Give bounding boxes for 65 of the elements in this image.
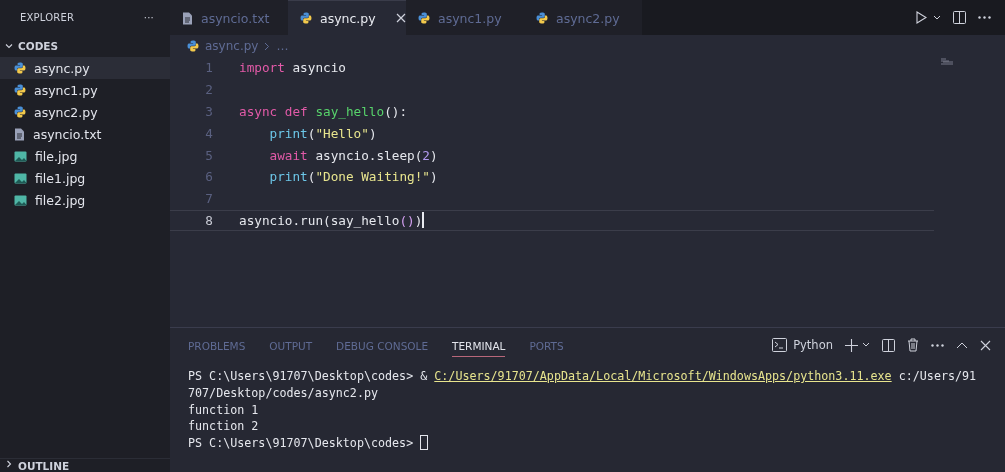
line-number: 8 <box>204 212 213 228</box>
python-icon <box>536 12 548 24</box>
document-icon <box>182 11 193 25</box>
code-line: async def say_hello(): <box>239 104 408 119</box>
chevron-down-icon <box>4 41 14 51</box>
folder-header[interactable]: CODES <box>0 35 170 57</box>
terminal-text: c:/Users/91 <box>897 368 977 385</box>
file-item[interactable]: file1.jpg <box>0 167 170 189</box>
split-terminal-icon[interactable] <box>882 338 895 352</box>
terminal-text: function 2 <box>188 418 259 436</box>
python-icon <box>14 84 26 96</box>
line-number: 6 <box>204 169 213 185</box>
document-icon <box>14 127 25 141</box>
plus-icon[interactable] <box>845 338 858 352</box>
line-number: 3 <box>204 104 213 119</box>
line-number: 7 <box>204 191 213 207</box>
terminal-icon <box>772 338 788 352</box>
file-item[interactable]: async.py <box>0 57 170 79</box>
file-item[interactable]: async1.py <box>0 79 170 101</box>
file-item[interactable]: async2.py <box>0 101 170 123</box>
split-editor-icon[interactable] <box>953 11 966 24</box>
close-icon[interactable] <box>980 339 991 351</box>
line-number: 5 <box>204 147 213 163</box>
terminal-text: PS C:\Users\91707\Desktop\codes> <box>188 435 415 452</box>
code-line: await asyncio.sleep(2) <box>269 147 438 163</box>
terminal-text: PS C:\Users\91707\Desktop\codes> & <box>188 368 429 385</box>
terminal-cursor <box>420 435 429 451</box>
line-number: 4 <box>204 125 213 141</box>
outline-header[interactable]: OUTLINE <box>0 458 170 472</box>
minimap-drawing <box>941 58 955 66</box>
terminal-link[interactable]: C:/Users/91707/AppData/Local/Microsoft/WindowsApps/python3.11.exe <box>434 368 892 385</box>
explorer-title: EXPLORER <box>20 12 75 23</box>
python-icon <box>187 40 199 52</box>
code-line: print("Done Waiting!") <box>269 169 438 185</box>
more-icon[interactable] <box>931 343 944 347</box>
trash-icon[interactable] <box>907 338 919 352</box>
line-number: 2 <box>204 82 213 98</box>
code-line: import asyncio <box>239 60 346 76</box>
chevron-up-icon[interactable] <box>956 341 968 349</box>
terminal-selector[interactable]: Python <box>772 338 833 352</box>
close-icon[interactable] <box>395 13 406 23</box>
more-icon[interactable] <box>978 16 991 19</box>
run-icon[interactable] <box>916 11 927 24</box>
panel-tab[interactable]: TERMINAL <box>452 333 506 357</box>
editor-tab[interactable]: async.py <box>288 0 406 35</box>
chevron-down-icon[interactable] <box>862 342 870 348</box>
image-icon <box>14 194 27 206</box>
file-item[interactable]: asyncio.txt <box>0 123 170 145</box>
code-line: asyncio.run(say_hello()) <box>239 212 424 229</box>
code-line: print("Hello") <box>269 125 377 141</box>
file-item[interactable]: file2.jpg <box>0 189 170 211</box>
terminal-text: 707/Desktop/codes/async2.py <box>188 384 378 402</box>
chevron-right-icon <box>264 41 271 51</box>
line-number: 1 <box>204 60 213 76</box>
more-button[interactable]: ··· <box>143 12 154 23</box>
terminal-text: function 1 <box>188 401 259 419</box>
image-icon <box>14 150 27 162</box>
python-icon <box>418 12 430 24</box>
chevron-down-icon[interactable] <box>933 14 941 21</box>
image-icon <box>14 172 27 184</box>
file-item[interactable]: file.jpg <box>0 145 170 167</box>
python-icon <box>14 106 26 118</box>
python-icon <box>300 12 312 24</box>
chevron-right-icon <box>4 459 14 469</box>
python-icon <box>14 62 26 74</box>
